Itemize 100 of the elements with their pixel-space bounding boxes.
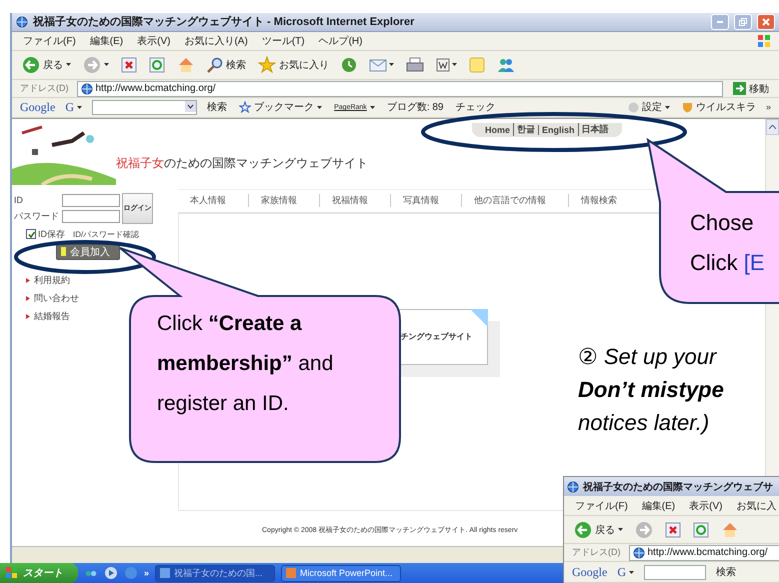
caret-icon	[618, 528, 623, 531]
refresh-icon	[693, 522, 709, 538]
star-icon	[258, 56, 276, 74]
nav-tab[interactable]: 家族情報	[249, 194, 320, 208]
menu-item[interactable]: 表示(V)	[134, 34, 174, 48]
join-button[interactable]: 会員加入	[56, 244, 120, 260]
nav-tab[interactable]: 本人情報	[178, 194, 249, 208]
arrow-right-icon	[733, 82, 746, 96]
menu-item[interactable]: お気に入り(A)	[181, 34, 251, 48]
toolbar-icon-button[interactable]	[119, 56, 139, 73]
google-logo: Google	[572, 564, 608, 580]
home-icon	[721, 522, 739, 538]
menu-item[interactable]: 編集(E)	[86, 34, 126, 48]
sidebar-link[interactable]: 問い合わせ	[26, 292, 79, 305]
bullet-triangle-icon	[26, 296, 30, 301]
caret-icon	[629, 570, 634, 574]
engine-button[interactable]: G	[63, 100, 84, 115]
address-label: アドレス(D)	[572, 546, 620, 559]
taskbar-button[interactable]: 祝福子女のための国...	[155, 564, 276, 582]
blog-count-button[interactable]: ブログ数: 89	[384, 100, 446, 114]
address-field[interactable]: http://www.bcmatching.org/	[76, 80, 723, 97]
language-link[interactable]: 日本語	[578, 123, 612, 136]
restore-button[interactable]	[734, 14, 752, 30]
close-icon	[762, 18, 770, 26]
toolbar-icon-button[interactable]	[404, 56, 426, 73]
nav-tab[interactable]: 祝福情報	[320, 194, 391, 208]
bullet-triangle-icon	[26, 314, 30, 319]
toolbar-button[interactable]: 戻る	[572, 520, 625, 538]
card-icon	[61, 247, 66, 256]
refresh-icon	[149, 56, 165, 73]
search-icon	[207, 56, 223, 73]
id-field[interactable]	[62, 194, 120, 207]
caret-icon	[389, 63, 394, 66]
menu-item[interactable]: 編集(E)	[638, 498, 678, 512]
mail-icon	[369, 58, 387, 72]
address-field[interactable]: http://www.bcmatching.org/	[628, 544, 779, 560]
stop-icon	[121, 56, 137, 73]
menu-item[interactable]: お気に入	[733, 498, 779, 512]
nav-tab[interactable]: 他の言語での情報	[462, 194, 569, 208]
toolbar-button[interactable]: 検索	[205, 56, 248, 73]
search-field[interactable]	[644, 564, 706, 580]
search-field[interactable]	[92, 100, 198, 115]
nav-tab[interactable]: 写真情報	[391, 194, 462, 208]
menu-item[interactable]: 表示(V)	[686, 498, 726, 512]
stop-icon	[665, 522, 681, 538]
minimize-button[interactable]	[711, 14, 729, 30]
taskbar-button[interactable]: Microsoft PowerPoint...	[281, 564, 402, 582]
menu-item[interactable]: ツール(T)	[258, 34, 308, 48]
search-button[interactable]: 検索	[714, 565, 738, 579]
printer-icon	[406, 56, 424, 73]
language-link[interactable]: English	[538, 124, 578, 135]
callout-text: Chose	[690, 209, 755, 237]
chevron-up-icon	[769, 124, 776, 129]
page-curl-icon	[470, 308, 488, 327]
star-icon	[239, 101, 252, 114]
menu-item[interactable]: ファイル(F)	[572, 498, 631, 512]
go-button[interactable]: 移動	[731, 82, 771, 96]
window-title: 祝福子女のための国際マッチングウェブサ	[583, 480, 774, 494]
search-button[interactable]: 検索	[205, 100, 230, 114]
virus-button[interactable]: ウイルスキラ	[680, 100, 758, 114]
toolbar-button[interactable]: お気に入り	[256, 56, 331, 74]
caret-icon	[370, 106, 375, 109]
app-icon	[286, 568, 296, 578]
bullet-triangle-icon	[26, 278, 30, 283]
scroll-up-button[interactable]	[766, 118, 779, 135]
language-link[interactable]: 한글	[513, 123, 538, 136]
toolbar-icon-button[interactable]	[434, 58, 459, 72]
caret-icon	[452, 63, 457, 66]
globe-page-icon	[80, 82, 92, 95]
nav-tab[interactable]: 情報検索	[569, 194, 639, 208]
instruction-text: notices later.)	[578, 409, 710, 437]
remember-checkbox[interactable]: ID保存	[26, 228, 65, 241]
close-button[interactable]	[757, 14, 775, 30]
sidebar-link[interactable]: 結婚報告	[26, 310, 70, 323]
menu-item[interactable]: ヘルプ(H)	[316, 34, 366, 48]
password-field[interactable]	[62, 210, 120, 224]
more-chevron: »	[766, 102, 771, 112]
minimize-icon	[717, 20, 723, 23]
toolbar-button[interactable]: 戻る	[20, 56, 73, 74]
find-id-link[interactable]: ID/パスワード確認	[73, 228, 140, 240]
restore-icon	[739, 18, 747, 26]
caret-icon	[104, 63, 109, 66]
sidebar-link[interactable]: 利用規約	[26, 274, 70, 287]
menu-item[interactable]: ファイル(F)	[20, 34, 79, 48]
dropdown-icon	[185, 100, 196, 112]
card-text: チングウェブサイト	[400, 331, 472, 342]
language-link[interactable]: Home	[482, 124, 514, 135]
callout-text: Click “Create a membership” and register an ID.	[157, 311, 334, 417]
more-chevron: »	[144, 568, 150, 578]
globe-icon	[124, 566, 138, 580]
toolbar-icon-button[interactable]	[663, 522, 683, 538]
globe-page-icon	[16, 16, 28, 28]
globe-page-icon	[632, 546, 644, 558]
sticky-note-icon	[469, 56, 485, 73]
engine-button[interactable]: G	[615, 564, 636, 580]
caret-icon	[317, 106, 322, 109]
bookmark-button[interactable]: ブックマーク	[237, 100, 324, 114]
check-button[interactable]: チェック	[454, 100, 498, 114]
settings-button[interactable]: 設定	[626, 100, 672, 114]
callout-text: Click [E	[690, 249, 766, 277]
